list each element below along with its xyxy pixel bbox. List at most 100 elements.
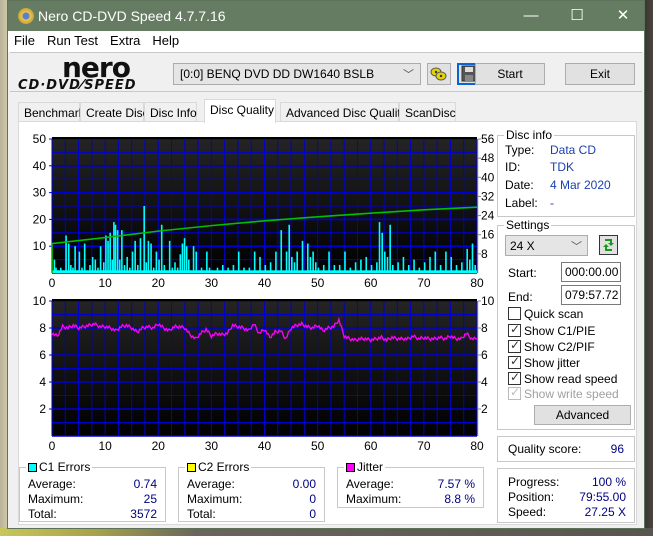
show-c1-checkbox[interactable] — [508, 322, 521, 337]
refresh-speed-button[interactable] — [599, 235, 618, 255]
quality-score-group: Quality score: 96 — [497, 436, 635, 462]
app-window: Nero CD-DVD Speed 4.7.7.16 — ☐ ✕ File Run… — [7, 0, 645, 529]
c1-bar — [188, 259, 190, 273]
c1-bar — [291, 256, 293, 273]
c1-bar — [166, 270, 168, 273]
drive-info-button[interactable] — [427, 63, 451, 85]
advanced-button[interactable]: Advanced — [534, 405, 631, 425]
maximize-button[interactable]: ☐ — [554, 1, 600, 31]
c1-bar — [129, 267, 131, 273]
x-tick-label: 50 — [311, 276, 325, 290]
c1-bar — [344, 251, 346, 273]
y2-tick-label: 32 — [481, 189, 495, 203]
c2-maximum-value: 0 — [309, 492, 316, 506]
y2-tick-label: 24 — [481, 209, 495, 223]
drive-select[interactable]: [0:0] BENQ DVD DD DW1640 BSLB ﹀ — [173, 63, 421, 85]
title-bar[interactable]: Nero CD-DVD Speed 4.7.7.16 — ☐ ✕ — [8, 1, 644, 31]
disc-date-value: 4 Mar 2020 — [550, 178, 611, 192]
menu-run-test[interactable]: Run Test — [41, 31, 104, 48]
c1-bar — [227, 267, 229, 273]
c1-bar — [97, 267, 99, 273]
start-button[interactable]: Start — [475, 63, 545, 85]
menu-file[interactable]: File — [8, 31, 41, 48]
y-tick-label: 2 — [39, 402, 46, 416]
start-time-input[interactable]: 000:00.00 — [561, 262, 621, 282]
c1-bar — [328, 251, 330, 273]
nero-app-icon — [18, 8, 34, 24]
settings-group: Settings 24 X ﹀ Start: 000:00.00 End: 07… — [497, 218, 635, 430]
c1-bar — [381, 232, 383, 273]
c1-bar — [301, 240, 304, 273]
y2-tick-label: 8 — [481, 247, 488, 261]
speed-select[interactable]: 24 X ﹀ — [505, 235, 588, 256]
c1-bar — [439, 264, 442, 273]
tab-disc-info[interactable]: Disc Info — [144, 102, 197, 122]
c1-bar — [89, 264, 91, 273]
x-tick-label: 60 — [364, 276, 378, 290]
c1-bar — [160, 224, 163, 273]
minimize-button[interactable]: — — [508, 1, 554, 31]
quick-scan-checkbox[interactable] — [508, 307, 521, 320]
c1-bar — [312, 251, 314, 273]
menu-extra[interactable]: Extra — [104, 31, 146, 48]
c1-bar — [307, 243, 309, 273]
tab-create-disc[interactable]: Create Disc — [80, 102, 149, 122]
c1-bar — [139, 238, 142, 273]
c1-bar — [81, 267, 83, 273]
close-button[interactable]: ✕ — [600, 1, 646, 31]
tab-benchmark[interactable]: Benchmark — [18, 102, 85, 122]
jitter-title-text: Jitter — [357, 460, 384, 474]
c1-average-value: 0.74 — [133, 477, 157, 491]
c1-bar — [150, 243, 152, 273]
y2-tick-label: 6 — [481, 348, 488, 362]
x-tick-label: 30 — [205, 439, 219, 453]
x-tick-label: 70 — [417, 439, 431, 453]
c1-bar — [126, 256, 128, 273]
c1-average-label: Average: — [28, 477, 76, 491]
y2-tick-label: 56 — [481, 132, 495, 146]
jitter-group: Jitter Average: 7.57 % Maximum: 8.8 % — [337, 460, 484, 508]
progress-group: Progress: 100 % Position: 79:55.00 Speed… — [497, 468, 635, 523]
menu-help[interactable]: Help — [146, 31, 185, 48]
y2-tick-label: 16 — [481, 228, 495, 242]
progress-label: Progress: — [508, 475, 560, 489]
tab-advanced-disc-quality[interactable]: Advanced Disc Quality — [280, 102, 407, 122]
end-time-input[interactable]: 079:57.72 — [561, 285, 621, 305]
progress-value: 100 % — [591, 475, 626, 489]
c1-bar — [179, 254, 182, 273]
c2-total-label: Total: — [187, 507, 216, 521]
c1-bar — [402, 256, 405, 273]
c1-bar — [143, 206, 145, 273]
x-tick-label: 50 — [311, 439, 325, 453]
y2-tick-label: 10 — [481, 294, 495, 308]
x-tick-label: 30 — [205, 276, 219, 290]
c1-bar — [269, 262, 272, 273]
c1-bar — [86, 270, 89, 273]
y-tick-label: 30 — [33, 186, 47, 200]
disc-date-label: Date: — [505, 178, 534, 192]
show-c2-checkbox[interactable] — [508, 338, 521, 353]
c2-errors-title: C2 Errors — [185, 460, 252, 474]
c1-bar — [216, 267, 219, 273]
tab-scandisc[interactable]: ScanDisc — [399, 102, 456, 122]
tab-disc-quality[interactable]: Disc Quality — [204, 99, 276, 123]
c1-bar — [99, 246, 102, 273]
y-tick-label: 20 — [33, 212, 47, 226]
show-read-speed-checkbox[interactable] — [508, 370, 521, 385]
c1-bar — [296, 251, 298, 273]
c1-bar — [203, 270, 206, 273]
x-tick-label: 40 — [258, 439, 272, 453]
c1-bar — [53, 259, 56, 273]
disc-label-value: - — [550, 196, 554, 210]
jitter-maximum-label: Maximum: — [346, 492, 402, 506]
jitter-title: Jitter — [344, 460, 386, 474]
c2-errors-group: C2 Errors Average: 0.00 Maximum: 0 Total… — [178, 460, 325, 522]
c1-bar — [338, 264, 341, 273]
c1-bar — [113, 222, 115, 273]
c1-bar — [183, 238, 186, 273]
c2-maximum-label: Maximum: — [187, 492, 243, 506]
show-jitter-checkbox[interactable] — [508, 354, 521, 369]
disc-type-value: Data CD — [550, 143, 597, 157]
c1-bar — [131, 251, 134, 273]
exit-button[interactable]: Exit — [565, 63, 635, 85]
